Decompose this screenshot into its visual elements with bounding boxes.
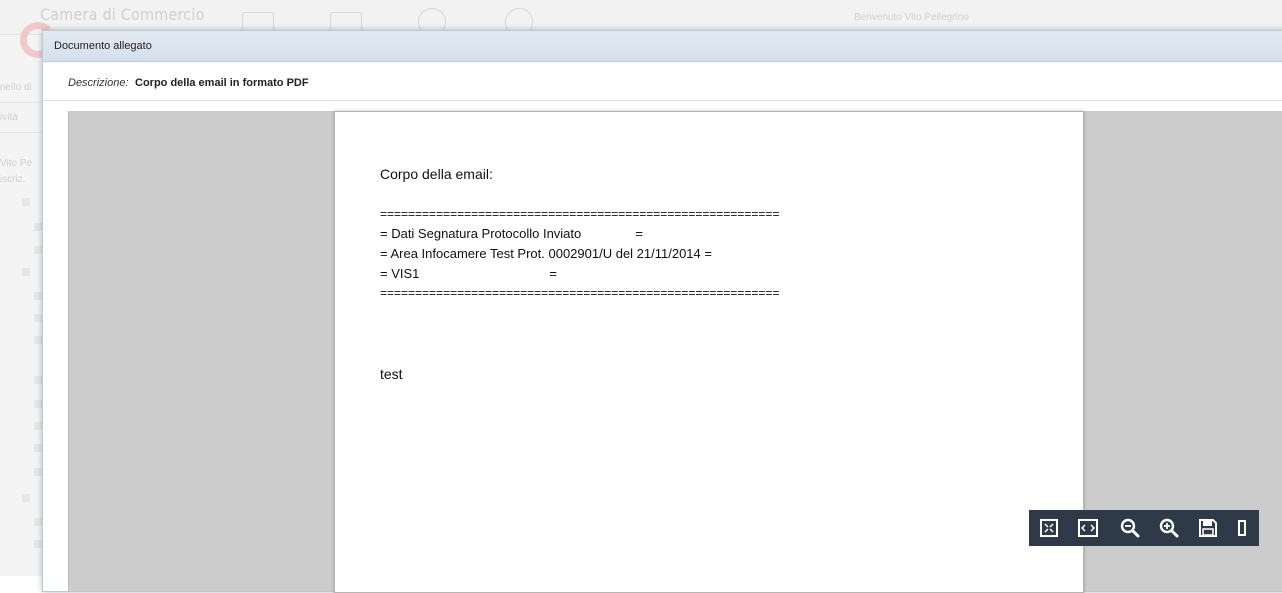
zoom-in-icon [1159, 518, 1179, 538]
folder-icon [22, 494, 30, 502]
fit-page-icon [1040, 519, 1058, 537]
background-sidebar-item: iscriz. [0, 174, 26, 185]
save-button[interactable] [1196, 516, 1220, 540]
file-icon [34, 336, 42, 344]
document-line: test [380, 366, 403, 382]
file-icon [34, 540, 42, 548]
modal-header[interactable]: Documento allegato [43, 31, 1282, 62]
divider [0, 132, 42, 133]
zoom-out-button[interactable] [1118, 516, 1142, 540]
description-row: Descrizione: Corpo della email in format… [43, 62, 1282, 101]
document-line: = VIS1 = [380, 266, 558, 281]
attachment-modal: Documento allegato Descrizione: Corpo de… [42, 30, 1282, 593]
file-icon [34, 292, 42, 300]
document-line: = Area Infocamere Test Prot. 0002901/U d… [380, 246, 712, 261]
background-sidebar-item: ività [0, 112, 18, 123]
zoom-out-icon [1120, 518, 1140, 538]
file-icon [34, 376, 42, 384]
document-line: = Dati Segnatura Protocollo Inviato = [380, 226, 644, 241]
background-sidebar-item: Vito Pe [0, 158, 33, 169]
divider [0, 102, 42, 103]
document-line: ========================================… [380, 207, 780, 221]
file-icon [34, 400, 42, 408]
description-value: Corpo della email in formato PDF [135, 77, 309, 89]
home-icon [330, 12, 362, 32]
toolbar-overflow[interactable] [1233, 516, 1251, 540]
pdf-page: Corpo della email: =====================… [334, 111, 1084, 593]
fit-width-icon [1078, 519, 1098, 537]
file-icon [34, 468, 42, 476]
description-label: Descrizione: [68, 77, 129, 89]
background-welcome-text: Benvenuto Vito Pellegrino [854, 12, 969, 23]
save-icon [1199, 519, 1217, 537]
background-sidebar-item: nello di [0, 82, 32, 93]
folder-icon [22, 268, 30, 276]
background-brand: Camera di Commercio [40, 5, 205, 24]
file-icon [34, 246, 42, 254]
file-icon [34, 223, 42, 231]
folder-icon [22, 198, 30, 206]
pdf-toolbar [1029, 510, 1259, 546]
file-icon [34, 518, 42, 526]
background-sidebar: nello di ività Vito Pe iscriz. [0, 70, 42, 576]
more-icon [1238, 520, 1246, 536]
fit-page-button[interactable] [1037, 516, 1061, 540]
file-icon [34, 314, 42, 322]
file-icon [34, 422, 42, 430]
file-icon [34, 444, 42, 452]
document-line: ========================================… [380, 286, 780, 300]
zoom-in-button[interactable] [1157, 516, 1181, 540]
background-toolbar-icon [242, 12, 274, 32]
document-line: Corpo della email: [380, 166, 493, 182]
fit-width-button[interactable] [1076, 516, 1100, 540]
modal-title: Documento allegato [54, 40, 152, 52]
